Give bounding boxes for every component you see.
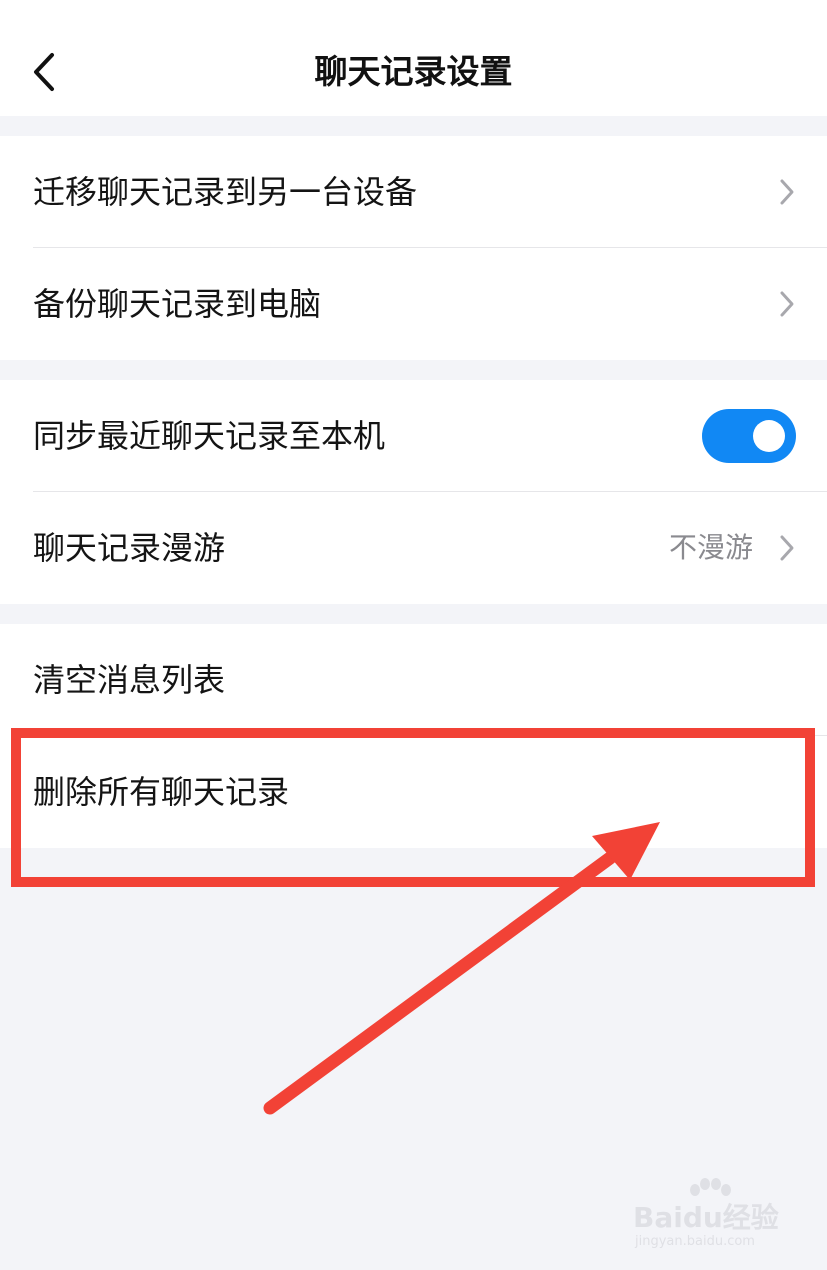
sync-toggle-switch[interactable] — [702, 409, 796, 463]
navigation-bar: 聊天记录设置 — [0, 0, 827, 116]
row-sync-recent-records: 同步最近聊天记录至本机 — [0, 380, 827, 492]
row-label: 同步最近聊天记录至本机 — [33, 417, 386, 455]
baidu-watermark: Baidu经验 jingyan.baidu.com — [633, 1178, 793, 1254]
toggle-knob — [753, 420, 785, 452]
highlight-annotation-box — [11, 728, 815, 887]
chevron-right-icon — [780, 535, 794, 561]
row-label: 备份聊天记录到电脑 — [33, 285, 322, 323]
row-migrate-records[interactable]: 迁移聊天记录到另一台设备 — [0, 136, 827, 248]
page-title: 聊天记录设置 — [314, 52, 513, 91]
chevron-right-icon — [780, 291, 794, 317]
row-label: 清空消息列表 — [33, 661, 226, 699]
row-label: 迁移聊天记录到另一台设备 — [33, 173, 418, 211]
settings-group-sync: 同步最近聊天记录至本机 聊天记录漫游 不漫游 — [0, 380, 827, 604]
row-clear-message-list[interactable]: 清空消息列表 — [0, 624, 827, 736]
row-chat-roaming[interactable]: 聊天记录漫游 不漫游 — [0, 492, 827, 604]
row-label: 聊天记录漫游 — [33, 529, 226, 567]
settings-group-migrate: 迁移聊天记录到另一台设备 备份聊天记录到电脑 — [0, 136, 827, 360]
chevron-right-icon — [780, 179, 794, 205]
row-backup-to-computer[interactable]: 备份聊天记录到电脑 — [0, 248, 827, 360]
watermark-url: jingyan.baidu.com — [635, 1234, 755, 1249]
watermark-text: Baidu经验 — [633, 1201, 779, 1234]
roaming-value: 不漫游 — [668, 531, 753, 564]
